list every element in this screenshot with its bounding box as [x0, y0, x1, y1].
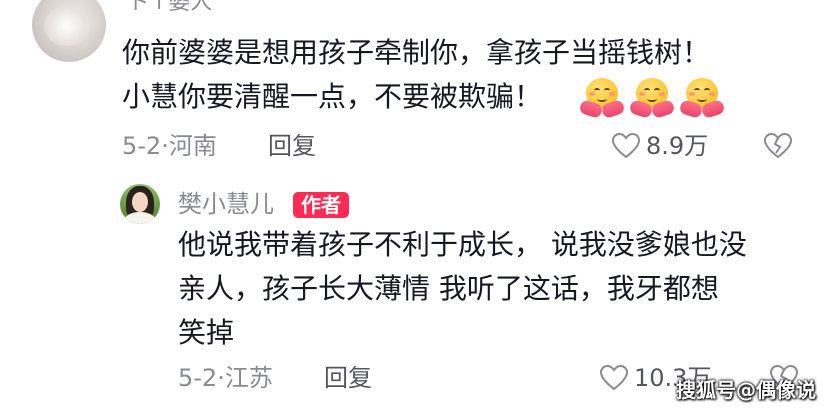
hugging-face-emoji: [578, 76, 626, 120]
dislike-heart-icon[interactable]: [764, 133, 792, 159]
reply-text-line: 笑掉: [178, 316, 235, 349]
author-avatar[interactable]: [120, 184, 160, 224]
comment-text-line: 你前婆婆是想用孩子牵制你，拿孩子当摇钱树！: [122, 36, 711, 69]
commenter-username[interactable]: ド↑婆人: [128, 0, 212, 16]
heart-outline-icon[interactable]: [600, 365, 628, 391]
reply-date-location: 5-2·江苏: [178, 364, 273, 392]
comment-date-location: 5-2·河南: [122, 132, 217, 160]
commenter-avatar[interactable]: [32, 0, 106, 62]
watermark: 搜狐号@偶像说: [676, 378, 816, 402]
reply-text-line: 亲人，孩子长大薄情 我听了这话，我牙都想: [178, 272, 719, 305]
like-count: 8.9万: [646, 132, 709, 160]
hugging-face-emoji: [628, 76, 676, 120]
comment-text-line: 小慧你要清醒一点，不要被欺骗！: [122, 80, 543, 113]
reply-button[interactable]: 回复: [324, 364, 372, 392]
emoji-group: [578, 76, 726, 120]
reply-button[interactable]: 回复: [268, 132, 316, 160]
reply-text-line: 他说我带着孩子不利于成长， 说我没爹娘也没: [178, 228, 747, 261]
heart-outline-icon[interactable]: [612, 133, 640, 159]
author-badge: 作者: [293, 192, 349, 218]
hugging-face-emoji: [678, 76, 726, 120]
author-username[interactable]: 樊小慧儿: [178, 190, 274, 218]
